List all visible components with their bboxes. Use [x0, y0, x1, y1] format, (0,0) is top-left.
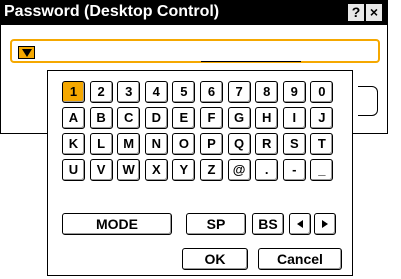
key-4-10[interactable]: _: [310, 159, 334, 181]
key-2-1[interactable]: A: [62, 107, 85, 129]
key-2-4[interactable]: D: [144, 107, 168, 129]
key-3-5[interactable]: O: [172, 133, 196, 155]
key-4-6[interactable]: Z: [200, 159, 223, 181]
arrow-right-icon[interactable]: [314, 213, 336, 235]
key-4-3[interactable]: W: [117, 159, 141, 181]
key-4-1[interactable]: U: [62, 159, 85, 181]
key-2-2[interactable]: B: [89, 107, 113, 129]
key-1-3[interactable]: 3: [117, 81, 141, 103]
key-1-5[interactable]: 5: [172, 81, 196, 103]
key-1-7[interactable]: 7: [227, 81, 251, 103]
space-button[interactable]: SP: [186, 213, 246, 235]
help-button[interactable]: ?: [348, 4, 364, 21]
dropdown-triangle-icon[interactable]: [18, 46, 35, 59]
close-button[interactable]: ×: [366, 4, 382, 21]
key-3-2[interactable]: L: [89, 133, 113, 155]
key-3-6[interactable]: P: [200, 133, 223, 155]
key-3-7[interactable]: Q: [227, 133, 251, 155]
key-4-9[interactable]: -: [282, 159, 306, 181]
key-3-4[interactable]: N: [144, 133, 168, 155]
key-2-3[interactable]: C: [117, 107, 141, 129]
key-4-8[interactable]: .: [255, 159, 279, 181]
key-2-7[interactable]: G: [227, 107, 251, 129]
ok-button[interactable]: OK: [182, 248, 248, 270]
key-3-10[interactable]: T: [310, 133, 334, 155]
password-input[interactable]: [10, 39, 380, 63]
cancel-button[interactable]: Cancel: [258, 248, 342, 270]
key-2-5[interactable]: E: [172, 107, 196, 129]
title-bar: Password (Desktop Control) ? ×: [1, 1, 387, 25]
key-1-2[interactable]: 2: [89, 81, 113, 103]
key-2-6[interactable]: F: [200, 107, 223, 129]
key-4-4[interactable]: X: [144, 159, 168, 181]
key-1-1[interactable]: 1: [62, 81, 85, 103]
backspace-button[interactable]: BS: [252, 213, 284, 235]
password-underline: [201, 61, 301, 62]
key-2-8[interactable]: H: [255, 107, 279, 129]
key-4-2[interactable]: V: [89, 159, 113, 181]
key-4-5[interactable]: Y: [172, 159, 196, 181]
arrow-left-icon[interactable]: [289, 213, 311, 235]
key-1-10[interactable]: 0: [310, 81, 334, 103]
key-3-3[interactable]: M: [117, 133, 141, 155]
mode-button[interactable]: MODE: [62, 213, 172, 235]
key-3-1[interactable]: K: [62, 133, 85, 155]
software-keyboard: 1 2 3 4 5 6 7 8 9 0 A B C D E F G H I J K L M N O P Q R S T U V W X Y Z @. - _…: [47, 70, 353, 276]
key-1-6[interactable]: 6: [200, 81, 223, 103]
key-1-8[interactable]: 8: [255, 81, 279, 103]
background-button-edge: [358, 86, 378, 116]
key-3-8[interactable]: R: [255, 133, 279, 155]
key-2-9[interactable]: I: [282, 107, 306, 129]
dialog-title: Password (Desktop Control): [4, 3, 220, 20]
key-1-9[interactable]: 9: [282, 81, 306, 103]
key-2-10[interactable]: J: [310, 107, 334, 129]
key-1-4[interactable]: 4: [144, 81, 168, 103]
key-4-7[interactable]: @: [227, 159, 251, 181]
key-3-9[interactable]: S: [282, 133, 306, 155]
